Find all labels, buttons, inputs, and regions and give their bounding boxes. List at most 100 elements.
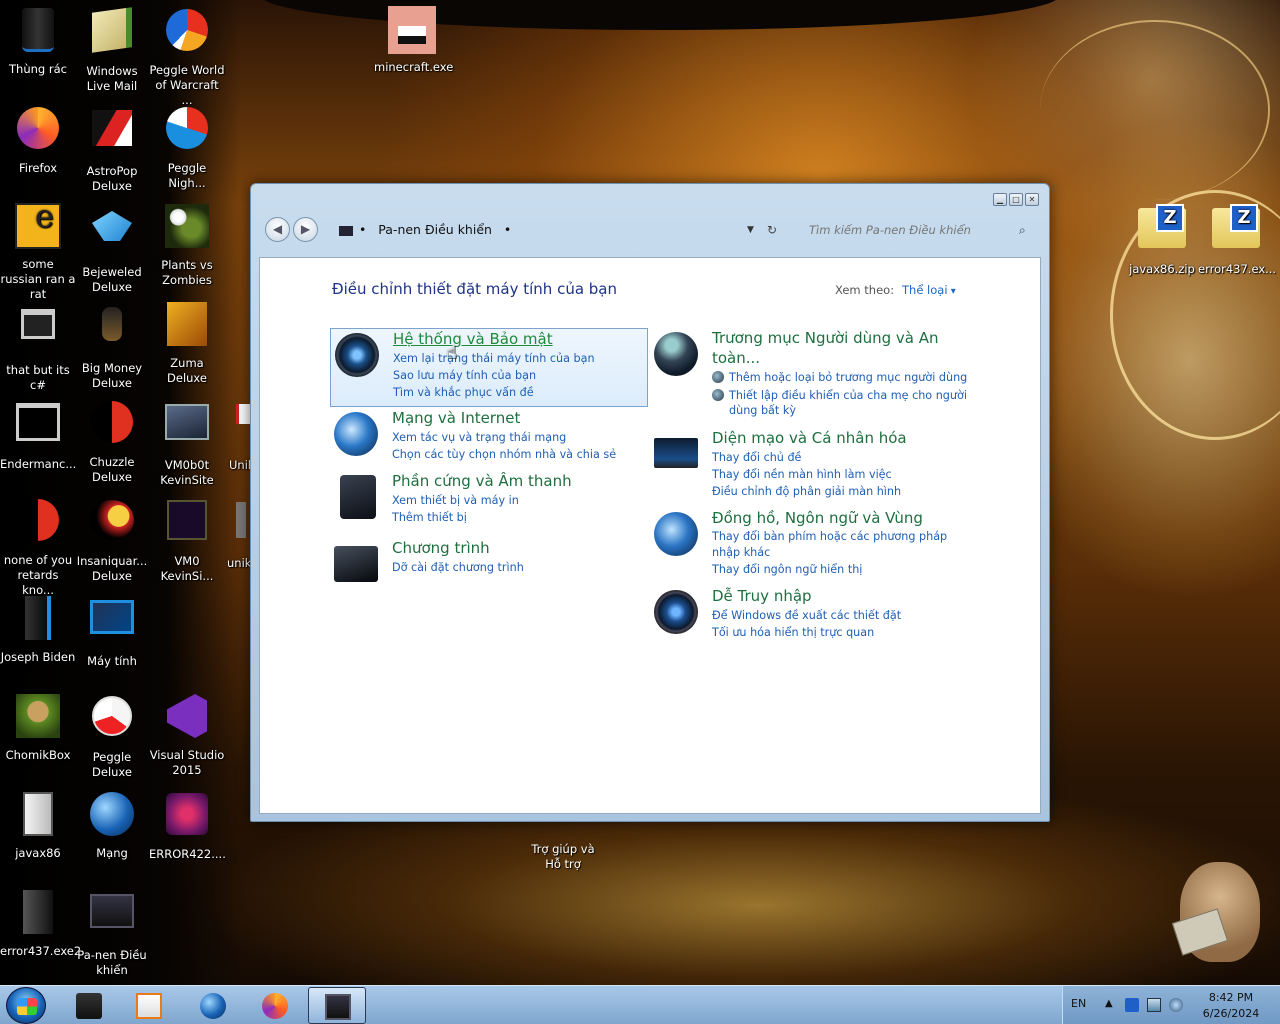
link-screen-resolution[interactable]: Điều chỉnh độ phân giải màn hình <box>712 483 972 500</box>
desktop-icon-peggle-deluxe[interactable]: Peggle Deluxe <box>74 692 150 780</box>
desktop-icon-insaniquarium[interactable]: Insaniquar... Deluxe <box>74 496 150 584</box>
category-title[interactable]: Chương trình <box>392 538 652 558</box>
hand-cursor-icon: ☝ <box>446 342 457 363</box>
window-icon <box>14 309 62 357</box>
category-title[interactable]: Đồng hồ, Ngôn ngữ và Vùng <box>712 508 972 528</box>
category-links: Thêm hoặc loại bỏ trương mục người dùng … <box>712 370 972 421</box>
desktop-icon-javax86-zip[interactable]: javax86.zip <box>1124 202 1200 277</box>
category-system-security[interactable]: Hệ thống và Bảo mật Xem lại trạng thái m… <box>330 328 648 407</box>
volume-icon[interactable] <box>1169 998 1183 1012</box>
desktop-icon-endermanc[interactable]: Endermanc... <box>0 398 76 472</box>
desktop-icon-windows-live-mail[interactable]: Windows Live Mail <box>74 6 150 94</box>
desktop-icon-joseph-biden[interactable]: Joseph Biden <box>0 594 76 665</box>
desktop-icon-chomikbox[interactable]: ChomikBox <box>0 692 76 763</box>
desktop-icon-bejeweled[interactable]: Bejeweled Deluxe <box>74 202 150 295</box>
search-input[interactable] <box>805 219 1037 241</box>
search-icon[interactable]: ⌕ <box>1019 219 1026 241</box>
desktop-icon-unik-2[interactable]: unik <box>224 496 250 571</box>
taskbar-app-media-player[interactable] <box>120 987 178 1024</box>
refresh-icon[interactable]: ↻ <box>767 217 777 243</box>
category-title[interactable]: Phần cứng và Âm thanh <box>392 471 652 491</box>
close-button[interactable]: ✕ <box>1025 193 1039 206</box>
maximize-button[interactable]: □ <box>1009 193 1023 206</box>
desktop-icon-vm0-kevinsite[interactable]: VM0 KevinSi... <box>149 496 225 584</box>
breadcrumb[interactable]: Pa-nen Điều khiển <box>378 222 492 237</box>
appearance-icon <box>654 438 698 468</box>
firefox-icon <box>262 993 288 1019</box>
link-troubleshoot[interactable]: Tìm và khắc phục vấn đề <box>393 384 653 401</box>
link-change-theme[interactable]: Thay đổi chủ đề <box>712 449 972 466</box>
category-title[interactable]: Dễ Truy nhập <box>712 586 972 606</box>
link-homegroup[interactable]: Chọn các tùy chọn nhóm nhà và chia sẻ <box>392 446 652 463</box>
link-uninstall-program[interactable]: Dỡ cài đặt chương trình <box>392 559 652 576</box>
cube-icon <box>163 793 211 841</box>
desktop-icon-firefox[interactable]: Firefox <box>0 104 76 176</box>
desktop-icon-error437-zip[interactable]: error437.ex... <box>1198 202 1276 277</box>
desktop-icon-chuzzle[interactable]: Chuzzle Deluxe <box>74 398 150 485</box>
taskbar-app-network[interactable] <box>184 987 242 1024</box>
desktop-icon-peggle-nights[interactable]: Peggle Nigh... <box>149 104 225 191</box>
category-links: Xem lại trạng thái máy tính của bạn Sao … <box>393 350 653 401</box>
network-status-icon[interactable] <box>1147 998 1161 1012</box>
desktop-icon-network[interactable]: Mạng <box>74 790 150 861</box>
link-backup[interactable]: Sao lưu máy tính của bạn <box>393 367 653 384</box>
desktop-icon-javax86[interactable]: javax86 <box>0 790 76 861</box>
category-links: Dỡ cài đặt chương trình <box>392 559 652 576</box>
clock-date[interactable]: 6/26/2024 <box>1197 1007 1265 1020</box>
address-bar[interactable]: • Pa-nen Điều khiển • <box>329 217 789 243</box>
taskbar-app-control-panel[interactable] <box>308 987 366 1024</box>
link-suggest-settings[interactable]: Để Windows đề xuất các thiết đặt <box>712 607 972 624</box>
link-change-keyboard[interactable]: Thay đổi bàn phím hoặc các phương pháp n… <box>712 529 972 560</box>
category-title[interactable]: Mạng và Internet <box>392 408 652 428</box>
clock-time[interactable]: 8:42 PM <box>1201 991 1261 1004</box>
taskbar-app-firefox[interactable] <box>246 987 304 1024</box>
astropop-icon <box>88 110 136 158</box>
view-by-dropdown[interactable]: Thể loại <box>902 283 956 297</box>
category-title[interactable]: Trương mục Người dùng và An toàn... <box>712 328 972 368</box>
network-globe-icon <box>200 993 226 1019</box>
desktop-icon-that-but-csharp[interactable]: that but its c# <box>0 300 76 393</box>
address-dropdown-icon[interactable]: ▼ <box>747 217 754 243</box>
user-accounts-icon <box>654 332 698 376</box>
link-change-display-language[interactable]: Thay đổi ngôn ngữ hiển thị <box>712 561 972 578</box>
desktop-icon-zuma[interactable]: Zuma Deluxe <box>149 300 225 386</box>
language-indicator[interactable]: EN <box>1071 997 1086 1010</box>
control-panel-window[interactable]: ▁ □ ✕ ◀ ▶ • Pa-nen Điều khiển • ▼ ↻ ⌕ Đi… <box>250 183 1050 822</box>
minimize-button[interactable]: ▁ <box>993 193 1007 206</box>
link-optimize-display[interactable]: Tối ưu hóa hiển thị trực quan <box>712 624 972 641</box>
desktop-icon-peggle-wow[interactable]: Peggle World of Warcraft ... <box>149 6 225 108</box>
desktop-icon-russian-rat[interactable]: some russian ran a rat <box>0 202 76 302</box>
desktop-icon-none-of-you[interactable]: none of you retards kno... <box>0 496 76 598</box>
desktop-icon-recycle-bin[interactable]: Thùng rác <box>0 6 76 77</box>
desktop-icon-control-panel[interactable]: Pa-nen Điều khiển <box>74 888 150 978</box>
desktop-icon-pvz[interactable]: Plants vs Zombies <box>149 202 225 288</box>
link-parental-controls[interactable]: Thiết lập điều khiển của cha mẹ cho ngườ… <box>712 388 972 418</box>
control-panel-icon <box>88 894 136 942</box>
category-title[interactable]: Diện mạo và Cá nhân hóa <box>712 428 972 448</box>
link-add-device[interactable]: Thêm thiết bị <box>392 509 652 526</box>
taskbar-app-computer[interactable] <box>60 987 118 1024</box>
computer-icon <box>76 993 102 1019</box>
desktop-icon-unik[interactable]: Unik <box>224 398 250 473</box>
desktop-icon-computer[interactable]: Máy tính <box>74 594 150 669</box>
link-add-remove-accounts[interactable]: Thêm hoặc loại bỏ trương mục người dùng <box>712 370 972 385</box>
desktop-icon-help-support[interactable]: Trợ giúp và Hỗ trợ <box>528 842 598 872</box>
hardware-sound-icon <box>340 475 376 519</box>
desktop-icon-big-money[interactable]: Big Money Deluxe <box>74 300 150 391</box>
link-review-status[interactable]: Xem lại trạng thái máy tính của bạn <box>393 350 653 367</box>
category-title[interactable]: Hệ thống và Bảo mật <box>393 329 653 349</box>
desktop-icon-vm0b0t[interactable]: VM0b0t KevinSite <box>149 398 225 488</box>
link-change-background[interactable]: Thay đổi nền màn hình làm việc <box>712 466 972 483</box>
desktop-icon-error437-exe2[interactable]: error437.exe2 <box>0 888 81 959</box>
forward-button[interactable]: ▶ <box>293 217 318 242</box>
tray-app-icon[interactable] <box>1125 998 1139 1012</box>
link-network-status[interactable]: Xem tác vụ và trạng thái mạng <box>392 429 652 446</box>
desktop-icon-minecraft[interactable]: minecraft.exe <box>374 6 453 75</box>
desktop-icon-visual-studio[interactable]: Visual Studio 2015 <box>149 692 225 778</box>
start-button[interactable] <box>6 987 46 1024</box>
back-button[interactable]: ◀ <box>265 217 290 242</box>
show-hidden-icons-icon[interactable]: ▲ <box>1105 998 1119 1012</box>
desktop-icon-astropop[interactable]: AstroPop Deluxe <box>74 104 150 194</box>
desktop-icon-error422[interactable]: ERROR422.... <box>149 790 226 862</box>
link-devices-printers[interactable]: Xem thiết bị và máy in <box>392 492 652 509</box>
